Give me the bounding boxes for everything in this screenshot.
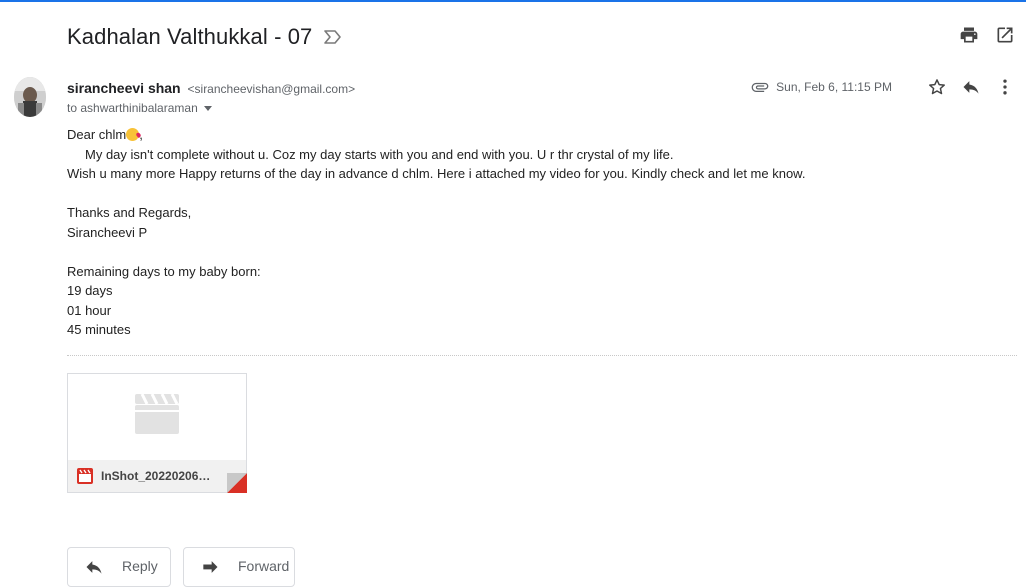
forward-button-label: Forward [238,558,290,574]
email-subject: Kadhalan Valthukkal - 07 [67,24,313,49]
forward-arrow-icon [200,557,220,577]
body-days: 19 days [67,283,113,298]
body-thanks: Thanks and Regards, [67,205,192,220]
message-body: Dear chlm, My day isn't complete without… [67,125,1007,340]
body-spacer [67,184,1007,204]
sender-name[interactable]: sirancheevi shan [67,80,181,96]
attachments-divider [67,355,1017,356]
body-remaining: Remaining days to my baby born: [67,263,261,279]
paperclip-icon [750,77,770,97]
more-vertical-icon[interactable] [994,76,1016,98]
sender-block: sirancheevi shan <sirancheevishan@gmail.… [67,79,355,115]
kiss-emoji-icon [126,128,140,141]
open-in-new-window-icon[interactable] [994,24,1016,46]
body-hours: 01 hour [67,302,112,318]
recipient-line: to ashwarthinibalaraman [67,101,355,115]
body-line-1: My day isn't complete without u. Coz my … [85,146,674,162]
forward-button[interactable]: Forward [183,547,295,587]
top-accent-bar [0,0,1026,2]
recipient-details-chevron-down-icon[interactable] [203,105,212,111]
print-icon[interactable] [958,24,980,46]
reply-button-label: Reply [122,558,158,574]
body-spacer [67,242,1007,262]
video-clapperboard-icon [134,393,180,440]
video-file-icon [77,468,93,484]
reply-arrow-icon [84,557,104,577]
body-minutes: 45 minutes [67,322,131,337]
attachment-preview [68,374,246,459]
attachment-card[interactable]: InShot_20220206_... [67,373,247,493]
attachment-corner-fold-icon [227,473,247,493]
body-greeting-line: Dear chlm, [67,125,1007,145]
recipient-text: to ashwarthinibalaraman [67,101,198,115]
sender-avatar[interactable] [14,77,46,117]
body-greeting: Dear chlm [67,127,127,142]
reply-icon[interactable] [960,76,982,98]
subject-row: Kadhalan Valthukkal - 07 [67,22,342,52]
sender-line: sirancheevi shan <sirancheevishan@gmail.… [67,79,355,98]
attachment-footer: InShot_20220206_... [68,460,246,492]
message-meta: Sun, Feb 6, 11:15 PM [750,76,1016,98]
reply-button[interactable]: Reply [67,547,171,587]
thread-actions [958,24,1016,46]
important-marker-icon[interactable] [324,30,342,44]
body-line-2: Wish u many more Happy returns of the da… [67,166,806,181]
sender-email: <sirancheevishan@gmail.com> [187,82,356,96]
body-signature: Sirancheevi P [67,224,148,240]
attachment-file-name: InShot_20220206_... [101,469,213,483]
message-date: Sun, Feb 6, 11:15 PM [776,80,892,94]
star-icon[interactable] [926,76,948,98]
